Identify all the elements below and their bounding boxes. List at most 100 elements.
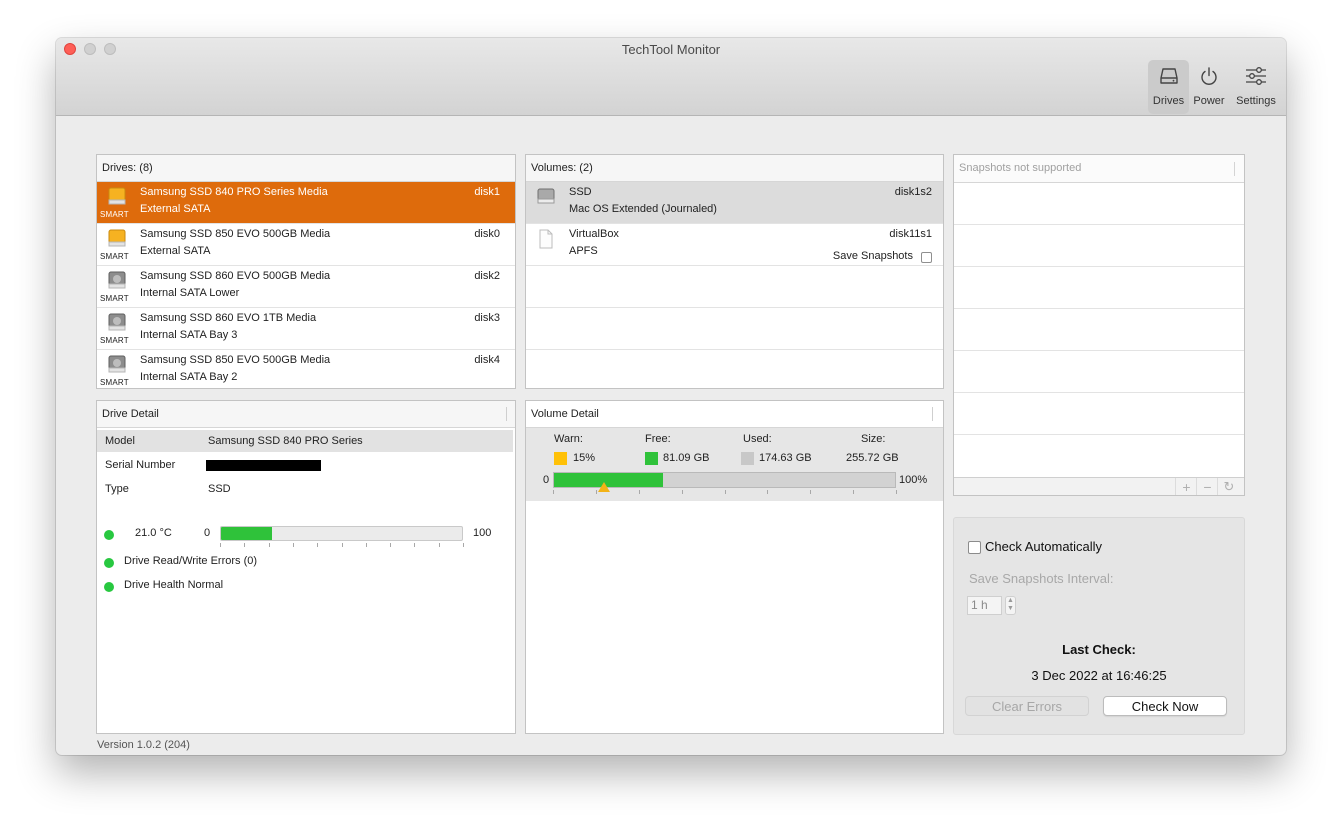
gauge-tick [390, 543, 392, 547]
internal-drive-icon [107, 270, 127, 292]
volume-device: disk11s1 [889, 228, 932, 240]
column-divider [1234, 162, 1235, 176]
drive-row-disk4[interactable]: SMART Samsung SSD 850 EVO 500GB Media In… [97, 350, 515, 388]
gauge-tick [463, 543, 464, 547]
bar-tick [638, 490, 640, 494]
temperature-gauge-ticks [220, 543, 464, 547]
type-value: SSD [208, 483, 231, 495]
snapshot-row [954, 309, 1244, 351]
bar-tick [681, 490, 683, 494]
internal-drive-icon [107, 354, 127, 376]
drive-location: External SATA [140, 203, 211, 215]
serial-label: Serial Number [105, 459, 176, 471]
volume-format: APFS [569, 245, 598, 257]
drives-panel: Drives: (8) SMART Samsung SSD 840 PRO Se… [96, 154, 516, 389]
volume-row-virtualbox[interactable]: VirtualBox APFS disk11s1 Save Snapshots [526, 224, 943, 266]
toolbar-settings-button[interactable]: Settings [1230, 60, 1282, 114]
remove-snapshot-button[interactable]: − [1196, 478, 1218, 495]
free-swatch [645, 452, 658, 465]
interval-field[interactable]: 1 h [967, 596, 1002, 615]
empty-row [526, 308, 943, 350]
drive-row-disk1[interactable]: SMART Samsung SSD 840 PRO Series Media E… [97, 182, 515, 224]
type-row: Type SSD [97, 478, 513, 500]
volume-device: disk1s2 [894, 186, 932, 198]
snapshot-row [954, 267, 1244, 309]
size-label: Size: [861, 433, 886, 445]
volume-format: Mac OS Extended (Journaled) [569, 203, 717, 215]
bar-tick [595, 490, 597, 494]
save-snapshots-label: Save Snapshots [832, 250, 913, 262]
clear-errors-button[interactable]: Clear Errors [965, 696, 1089, 716]
snapshots-status: Snapshots not supported [959, 162, 1082, 174]
gauge-tick [341, 543, 343, 547]
bar-min: 0 [543, 474, 550, 486]
serial-row: Serial Number [97, 454, 513, 476]
bar-max: 100% [899, 474, 928, 486]
version-label: Version 1.0.2 (204) [97, 739, 190, 751]
gauge-tick [220, 543, 221, 547]
empty-row [526, 350, 943, 388]
interval-value: 1 h [971, 598, 988, 612]
temperature-min: 0 [204, 527, 211, 539]
save-snapshots-checkbox[interactable] [921, 252, 932, 263]
snapshot-row [954, 225, 1244, 267]
warn-swatch [554, 452, 567, 465]
gauge-tick [414, 543, 416, 547]
volumes-count: Volumes: (2) [531, 162, 593, 174]
temperature-gauge [220, 526, 463, 541]
window-title: TechTool Monitor [621, 42, 721, 57]
type-label: Type [105, 483, 129, 495]
smart-badge: SMART [100, 378, 129, 387]
sliders-icon [1230, 60, 1282, 92]
health-status-dot [104, 582, 114, 592]
orange-drive-icon [107, 186, 127, 208]
drive-name: Samsung SSD 840 PRO Series Media [140, 186, 328, 198]
snapshots-header: Snapshots not supported [954, 155, 1244, 183]
column-divider [932, 407, 933, 421]
orange-drive-icon [107, 228, 127, 250]
refresh-icon[interactable]: ↻ [1217, 478, 1240, 495]
temperature-max: 100 [473, 527, 492, 539]
drive-device: disk0 [474, 228, 500, 240]
toolbar-drives-button[interactable]: Drives [1148, 60, 1189, 114]
gauge-tick [244, 543, 246, 547]
temperature-status-dot [104, 530, 114, 540]
document-icon [536, 228, 556, 250]
gauge-tick [268, 543, 270, 547]
check-automatically-label: Check Automatically [985, 539, 1103, 554]
check-panel: Check Automatically Save Snapshots Inter… [953, 517, 1245, 735]
volume-drive-icon [536, 186, 556, 208]
power-icon [1190, 60, 1228, 92]
size-value: 255.72 GB [846, 452, 899, 464]
title-bar: TechTool Monitor Drives Power Settings [56, 38, 1286, 116]
add-snapshot-button[interactable]: + [1175, 478, 1197, 495]
drive-row-disk2[interactable]: SMART Samsung SSD 860 EVO 500GB Media In… [97, 266, 515, 308]
snapshots-panel: Snapshots not supported + − ↻ [953, 154, 1245, 496]
interval-stepper[interactable]: ▲ ▼ [1005, 596, 1016, 615]
warn-label: Warn: [554, 433, 583, 445]
volumes-panel: Volumes: (2) SSD Mac OS Extended (Journa… [525, 154, 944, 389]
drive-detail-panel: Drive Detail Model Samsung SSD 840 PRO S… [96, 400, 516, 734]
internal-drive-icon [107, 312, 127, 334]
model-label: Model [105, 435, 135, 447]
empty-row [526, 266, 943, 308]
last-check-value: 3 Dec 2022 at 16:46:25 [1031, 668, 1167, 683]
volumes-header: Volumes: (2) [526, 155, 943, 182]
check-automatically-checkbox[interactable] [968, 541, 981, 554]
main-window: TechTool Monitor Drives Power Settings D… [56, 38, 1286, 755]
snapshot-row [954, 183, 1244, 225]
model-value: Samsung SSD 840 PRO Series [208, 435, 363, 447]
volume-row-ssd[interactable]: SSD Mac OS Extended (Journaled) disk1s2 [526, 182, 943, 224]
snapshot-row [954, 393, 1244, 435]
drive-device: disk4 [474, 354, 500, 366]
drive-name: Samsung SSD 860 EVO 500GB Media [140, 270, 331, 282]
toolbar-power-button[interactable]: Power [1190, 60, 1228, 114]
drive-row-disk3[interactable]: SMART Samsung SSD 860 EVO 1TB Media Inte… [97, 308, 515, 350]
check-now-button[interactable]: Check Now [1103, 696, 1227, 716]
snapshot-row [954, 351, 1244, 393]
free-value: 81.09 GB [663, 452, 710, 464]
drive-device: disk1 [474, 186, 500, 198]
drive-row-disk0[interactable]: SMART Samsung SSD 850 EVO 500GB Media Ex… [97, 224, 515, 266]
interval-label: Save Snapshots Interval: [969, 571, 1114, 586]
free-label: Free: [645, 433, 671, 445]
